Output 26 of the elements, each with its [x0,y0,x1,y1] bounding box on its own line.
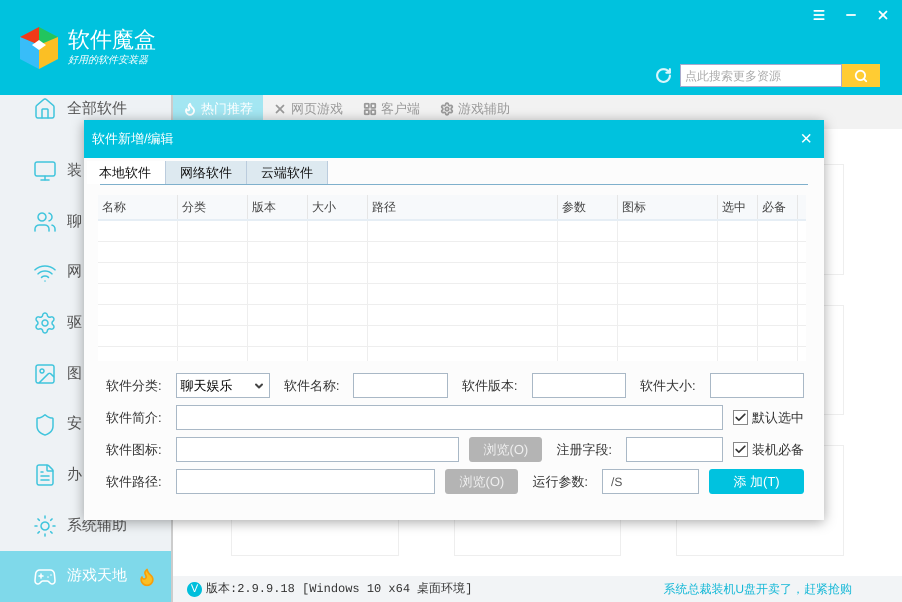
column-header: 分类 [178,195,248,219]
field-label: 软件图标: [105,440,163,459]
column-header: 名称 [98,195,178,219]
column-header: 版本 [248,195,308,219]
dialog-title: 软件新增/编辑 [92,130,174,148]
field-label: 软件简介: [105,408,163,427]
field-label: 软件版本: [460,376,518,395]
column-header: 大小 [308,195,368,219]
column-header: 图标 [618,195,718,219]
column-header: 必备 [758,195,798,219]
field-label: 运行参数: [531,472,589,491]
field-label: 软件分类: [105,376,163,395]
version-badge: V [187,582,202,596]
column-header: 选中 [718,195,758,219]
checkbox-label: 装机必备 [752,440,804,459]
version-text: 版本:2.9.9.18 [Windows 10 x64 桌面环境] [206,581,472,598]
logo-title: 软件魔盒 [68,27,156,53]
field-label: 软件大小: [638,376,697,395]
logo-subtitle: 好用的软件安装器 [68,54,150,68]
field-label: 注册字段: [555,440,613,459]
dropdown-value: 聊天娱乐 [180,376,233,395]
checkbox-label: 默认选中 [752,408,804,427]
column-header: 参数 [558,195,618,219]
column-header: 路径 [368,195,558,219]
field-label: 软件路径: [105,472,163,491]
field-label: 软件名称: [282,376,340,395]
